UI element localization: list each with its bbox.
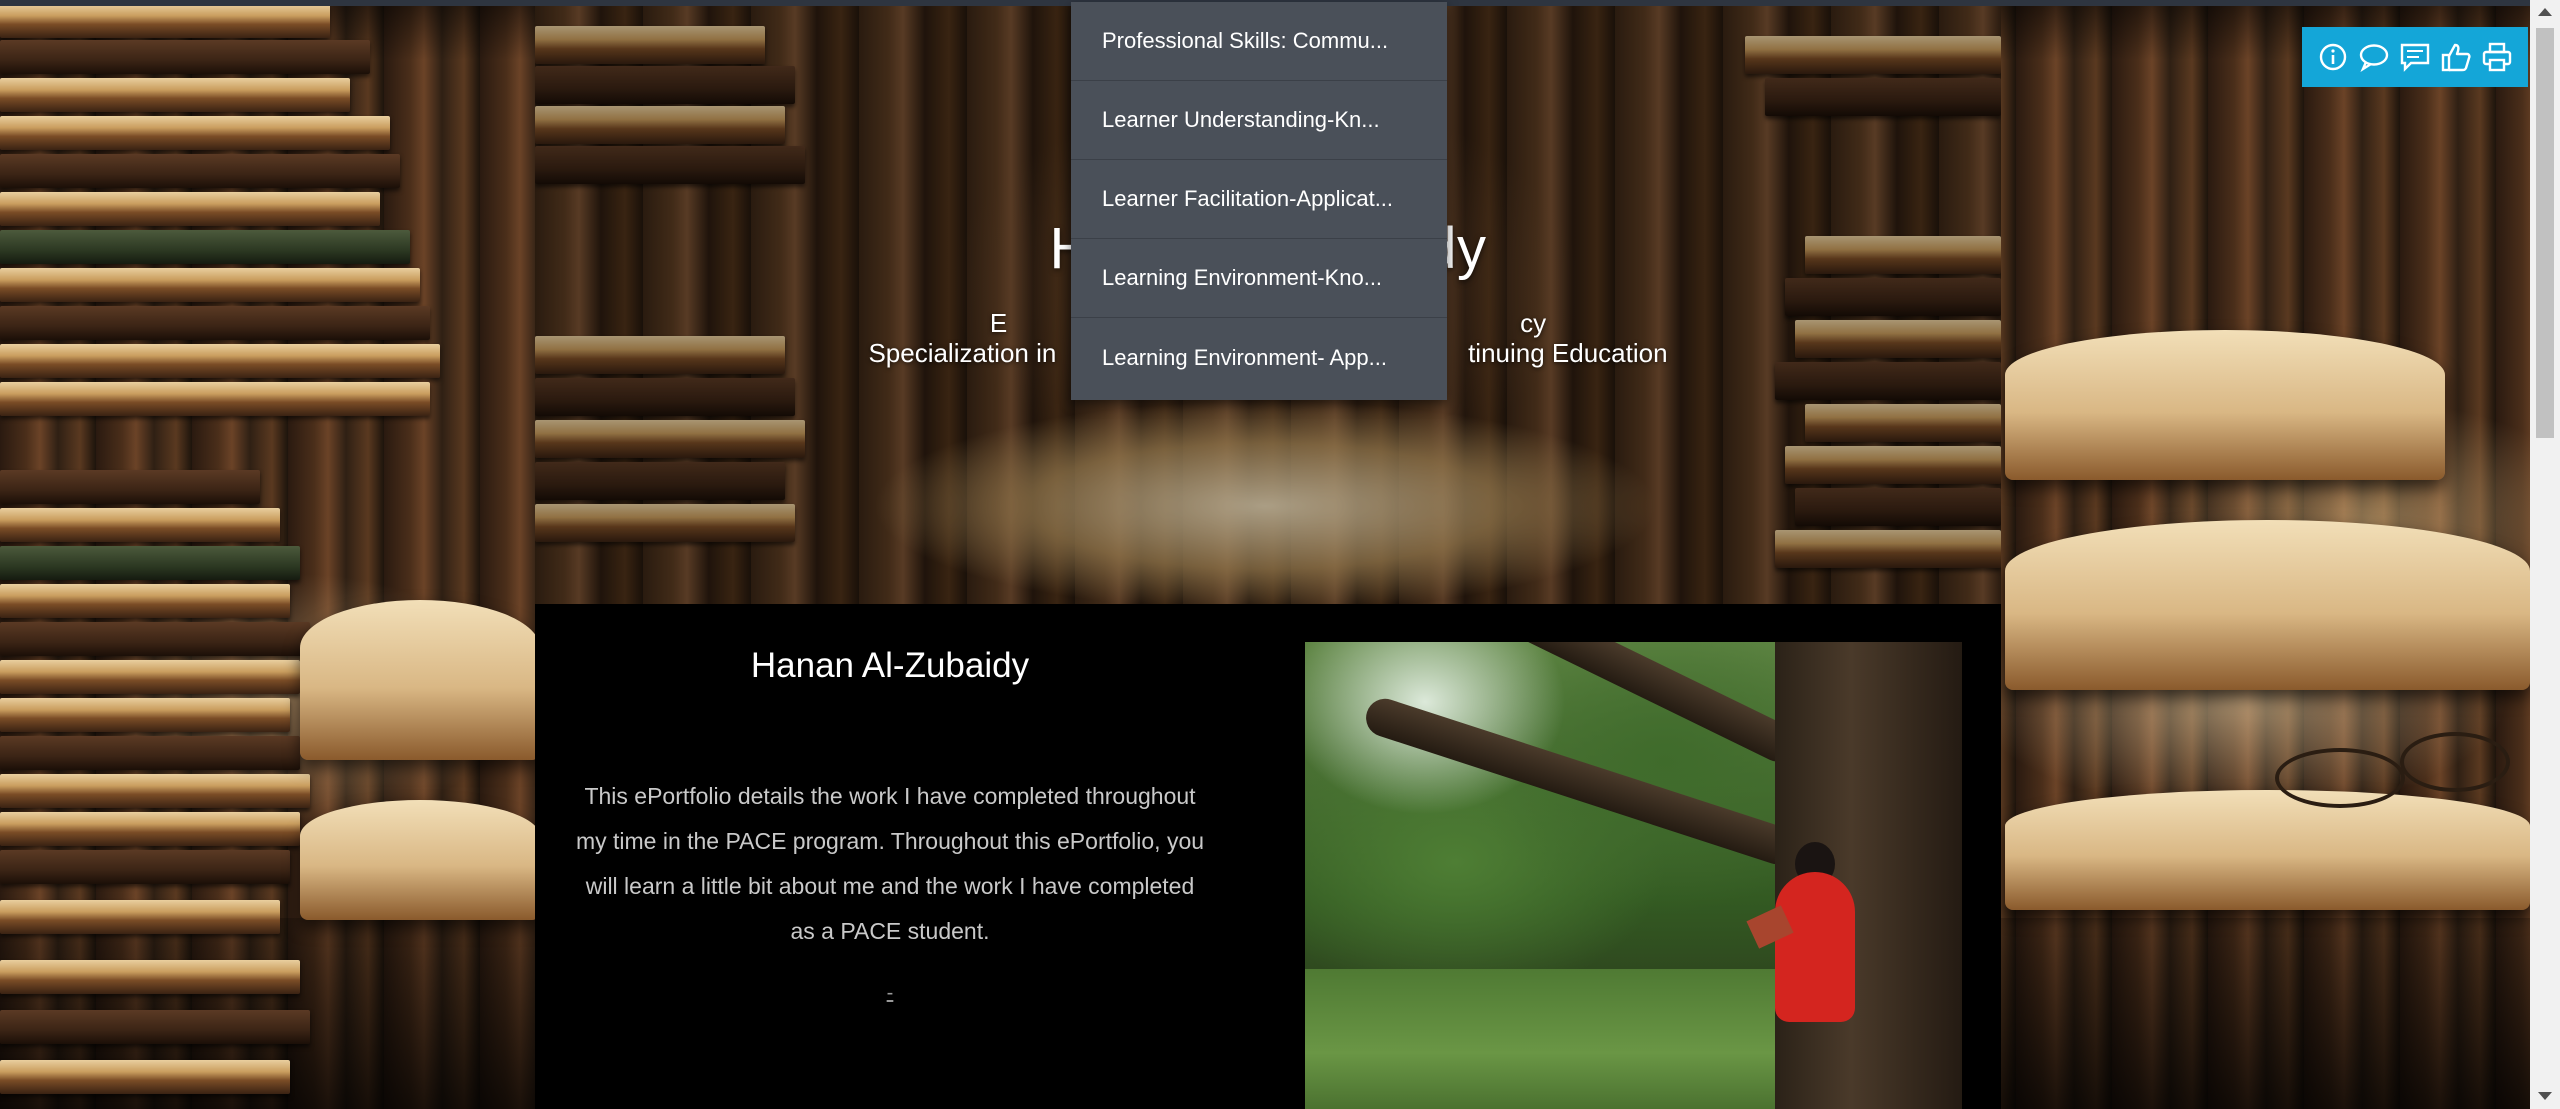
speech-bubble-button[interactable] — [2356, 37, 2392, 77]
intro-link-marker[interactable]: - — [575, 982, 1205, 1005]
photo-person-red-coat — [1775, 872, 1855, 1022]
author-name-heading: Hanan Al-Zubaidy — [750, 646, 1030, 685]
info-icon — [2319, 43, 2347, 71]
left-book-stack — [0, 0, 520, 1094]
thumbs-up-icon — [2441, 43, 2471, 72]
intro-paragraph: This ePortfolio details the work I have … — [575, 783, 1205, 944]
author-photo — [1305, 642, 1962, 1109]
page-tools-toolbar — [2302, 27, 2528, 87]
menu-item-learning-environment-application[interactable]: Learning Environment- App... — [1071, 318, 1447, 397]
comment-button[interactable] — [2397, 37, 2433, 77]
menu-item-learner-understanding[interactable]: Learner Understanding-Kn... — [1071, 81, 1447, 160]
open-book-left-lower — [300, 800, 540, 920]
page-scrollbar[interactable] — [2530, 0, 2560, 1109]
menu-item-professional-skills[interactable]: Professional Skills: Commu... — [1071, 2, 1447, 81]
scroll-thumb[interactable] — [2536, 28, 2554, 438]
navigation-dropdown-menu: Professional Skills: Commu... Learner Un… — [1071, 2, 1447, 400]
print-button[interactable] — [2479, 37, 2515, 77]
open-book-left — [300, 600, 540, 760]
reading-glasses-lens — [2400, 732, 2510, 792]
info-button[interactable] — [2315, 37, 2351, 77]
like-button[interactable] — [2438, 37, 2474, 77]
scroll-up-arrow-icon[interactable] — [2538, 8, 2552, 16]
speech-bubble-icon — [2359, 44, 2389, 72]
open-book-right-bottom — [2005, 790, 2530, 910]
scroll-down-arrow-icon[interactable] — [2538, 1092, 2552, 1100]
reading-glasses — [2275, 748, 2405, 808]
menu-item-learner-facilitation[interactable]: Learner Facilitation-Applicat... — [1071, 160, 1447, 239]
intro-section: Hanan Al-Zubaidy This ePortfolio details… — [535, 604, 2001, 1109]
open-book-right-top — [2005, 330, 2445, 480]
comment-icon — [2400, 43, 2430, 72]
menu-item-learning-environment-knowledge[interactable]: Learning Environment-Kno... — [1071, 239, 1447, 318]
print-icon — [2482, 42, 2512, 72]
open-book-right-middle — [2005, 520, 2530, 690]
